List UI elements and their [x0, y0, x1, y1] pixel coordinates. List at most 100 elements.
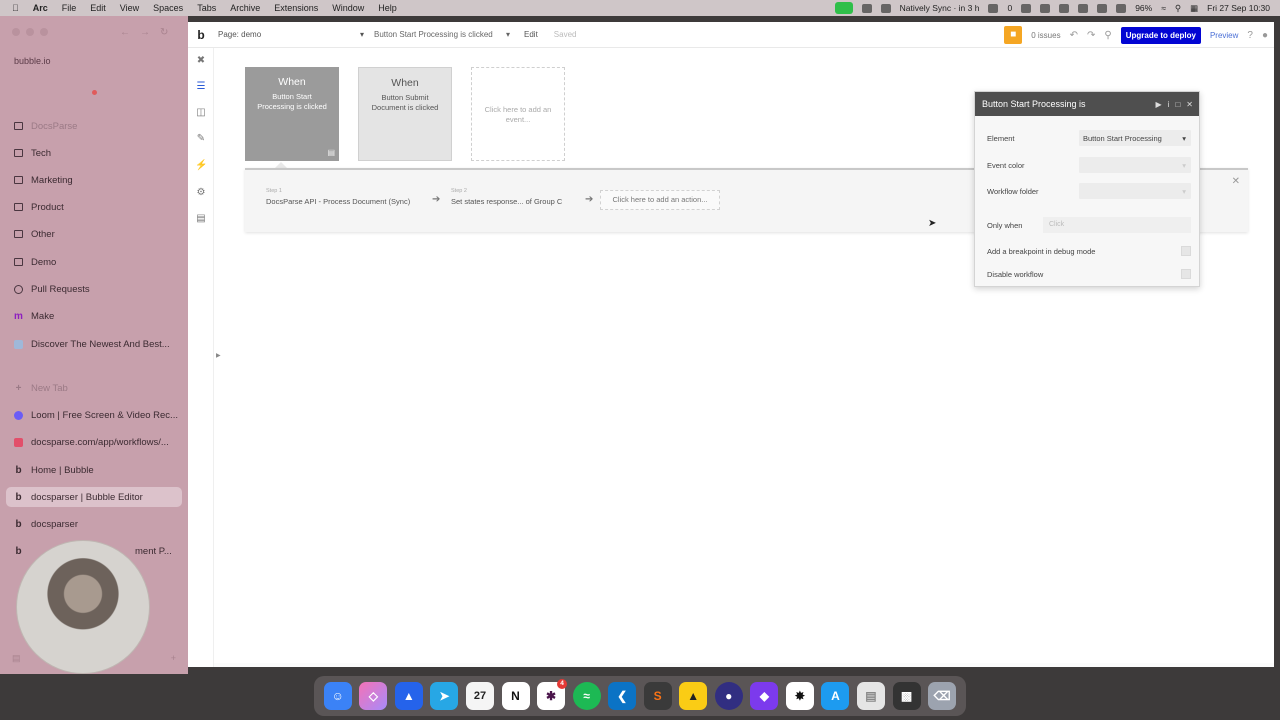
menubar-app-icon[interactable]: [1040, 3, 1051, 13]
menubar-app-icon[interactable]: [1078, 3, 1089, 13]
menubar-counter[interactable]: 0: [1007, 3, 1012, 13]
sidebar-toggle-icon[interactable]: [40, 28, 48, 36]
panel-header[interactable]: Button Start Processing is ▶ i □ ✕: [975, 92, 1199, 116]
workflow-tab-icon[interactable]: ☰: [195, 81, 207, 93]
natively-sync-status[interactable]: Natively Sync · in 3 h: [900, 3, 980, 13]
tab-bubble-editor[interactable]: b docsparser | Bubble Editor: [6, 487, 182, 507]
issues-counter[interactable]: 0 issues: [1031, 31, 1060, 40]
menu-window[interactable]: Window: [332, 3, 364, 13]
library-icon[interactable]: ▤: [12, 653, 21, 664]
vscode-icon[interactable]: ❮: [608, 682, 637, 710]
testflight-icon[interactable]: ▲: [394, 682, 423, 710]
wifi-icon[interactable]: ≈: [1161, 3, 1166, 13]
trash-icon[interactable]: ⌫: [928, 682, 957, 710]
action-step-2[interactable]: Step 2 Set states response... of Group C: [451, 188, 562, 206]
menu-view[interactable]: View: [120, 3, 139, 13]
apple-icon[interactable]: : [12, 3, 19, 13]
settings-tab-icon[interactable]: ⚙: [195, 187, 207, 199]
menubar-app-icon[interactable]: [1097, 3, 1108, 13]
close-icon[interactable]: ✕: [1232, 176, 1240, 187]
battery-percent[interactable]: 96%: [1135, 3, 1152, 13]
account-icon[interactable]: ●: [1262, 30, 1268, 41]
event-card-start-processing[interactable]: When Button Start Processing is clicked …: [245, 67, 339, 161]
new-tab-button[interactable]: + New Tab: [6, 378, 182, 398]
menu-extensions[interactable]: Extensions: [274, 3, 318, 13]
page-selector[interactable]: Page: demo ▾: [218, 30, 364, 39]
edit-menu[interactable]: Edit: [524, 30, 538, 39]
menubar-app-icon[interactable]: [1059, 3, 1070, 13]
sidebar-folder-marketing[interactable]: Marketing: [6, 170, 182, 190]
sidebar-folder-docsparse[interactable]: DocsParse: [6, 116, 182, 136]
sidebar-pinned-make[interactable]: m Make: [6, 306, 182, 326]
workflow-selector[interactable]: Button Start Processing is clicked ▾: [374, 30, 510, 39]
menu-archive[interactable]: Archive: [230, 3, 260, 13]
sidebar-pinned-pull-requests[interactable]: Pull Requests: [6, 279, 182, 299]
sidebar-folder-demo[interactable]: Demo: [6, 252, 182, 272]
chatgpt-icon[interactable]: ✸: [785, 682, 814, 710]
minimize-window-icon[interactable]: [26, 28, 34, 36]
tab-docsparse-workflows[interactable]: docsparse.com/app/workflows/...: [6, 432, 182, 452]
bluetooth-icon[interactable]: [1116, 3, 1127, 13]
breakpoint-checkbox[interactable]: [1181, 246, 1191, 256]
redo-icon[interactable]: ↷: [1087, 30, 1095, 41]
bubble-logo-icon[interactable]: b: [188, 28, 214, 42]
comment-icon[interactable]: □: [1175, 100, 1180, 109]
only-when-input[interactable]: Click: [1043, 217, 1191, 233]
add-event-placeholder[interactable]: Click here to add an event...: [471, 67, 565, 161]
screen-recorder-icon[interactable]: ●: [714, 682, 743, 710]
notion-icon[interactable]: N: [501, 682, 530, 710]
sketch-app-icon[interactable]: ▲: [679, 682, 708, 710]
sublime-text-icon[interactable]: S: [643, 682, 672, 710]
telegram-icon[interactable]: ➤: [430, 682, 459, 710]
screenshot-stack-icon[interactable]: ▩: [892, 682, 921, 710]
data-tab-icon[interactable]: ◫: [195, 107, 207, 119]
menubar-app-name[interactable]: Arc: [33, 3, 48, 13]
menubar-app-icon[interactable]: [880, 3, 891, 13]
menu-file[interactable]: File: [62, 3, 77, 13]
search-icon[interactable]: ⚲: [1175, 3, 1181, 14]
tab-docsparser[interactable]: b docsparser: [6, 514, 182, 534]
workflow-folder-select[interactable]: ▾: [1079, 183, 1191, 199]
menubar-app-icon[interactable]: [988, 3, 999, 13]
sidebar-folder-other[interactable]: Other: [6, 224, 182, 244]
plugins-tab-icon[interactable]: ⚡: [195, 160, 207, 172]
preview-button[interactable]: Preview: [1210, 31, 1238, 40]
logs-tab-icon[interactable]: ▤: [195, 213, 207, 225]
calendar-icon[interactable]: 27: [465, 682, 494, 710]
trash-icon[interactable]: ▤: [327, 148, 335, 157]
event-card-submit-document[interactable]: When Button Submit Document is clicked: [358, 67, 452, 161]
app-store-icon[interactable]: A: [821, 682, 850, 710]
menu-spaces[interactable]: Spaces: [153, 3, 183, 13]
add-action-placeholder[interactable]: Click here to add an action...: [600, 190, 720, 210]
search-icon[interactable]: ⚲: [1104, 30, 1111, 41]
action-step-1[interactable]: Step 1 DocsParse API - Process Document …: [266, 188, 410, 206]
menu-edit[interactable]: Edit: [90, 3, 106, 13]
collapse-panel-icon[interactable]: ▶: [216, 352, 221, 359]
upgrade-to-deploy-button[interactable]: Upgrade to deploy: [1120, 26, 1201, 44]
close-window-icon[interactable]: [12, 28, 20, 36]
undo-icon[interactable]: ↶: [1070, 30, 1078, 41]
event-color-select[interactable]: ▾: [1079, 157, 1191, 173]
slack-icon[interactable]: ✱ 4: [537, 679, 568, 710]
gift-icon[interactable]: ■: [1004, 26, 1023, 44]
menubar-app-icon[interactable]: [861, 3, 872, 13]
facetime-icon[interactable]: [834, 2, 853, 14]
datetime[interactable]: Fri 27 Sep 10:30: [1207, 3, 1270, 13]
menubar-app-icon[interactable]: [1021, 3, 1032, 13]
sidebar-folder-tech[interactable]: Tech: [6, 143, 182, 163]
spotify-icon[interactable]: ≈: [572, 682, 601, 710]
tab-home-bubble[interactable]: b Home | Bubble: [6, 460, 182, 480]
styles-tab-icon[interactable]: ✎: [195, 133, 207, 145]
tab-loom[interactable]: Loom | Free Screen & Video Rec...: [6, 405, 182, 425]
help-icon[interactable]: ?: [1247, 30, 1253, 41]
run-icon[interactable]: ▶: [1156, 100, 1162, 109]
design-tab-icon[interactable]: ✖: [195, 55, 207, 67]
disable-workflow-checkbox[interactable]: [1181, 269, 1191, 279]
control-center-icon[interactable]: ▦: [1190, 3, 1198, 14]
sidebar-pinned-discover[interactable]: Discover The Newest And Best...: [6, 334, 182, 354]
obsidian-icon[interactable]: ◆: [750, 682, 779, 710]
add-space-icon[interactable]: +: [171, 653, 176, 664]
arc-browser-icon[interactable]: ◇: [359, 682, 388, 710]
finder-icon[interactable]: ☺: [323, 682, 352, 710]
sidebar-folder-product[interactable]: Product: [6, 197, 182, 217]
